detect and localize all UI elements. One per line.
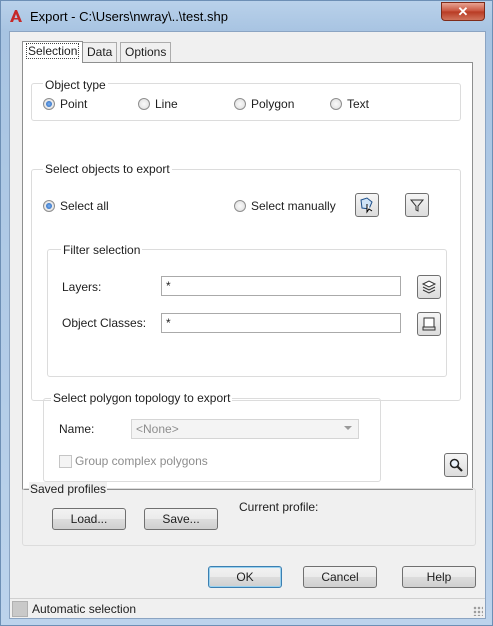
export-dialog: Export - C:\Users\nwray\..\test.shp ✕ Se… <box>0 0 493 626</box>
close-icon: ✕ <box>457 4 469 19</box>
tab-selection[interactable]: Selection <box>22 41 84 63</box>
title-bar[interactable]: Export - C:\Users\nwray\..\test.shp ✕ <box>1 1 492 31</box>
autocad-a-icon <box>10 10 22 22</box>
saved-profiles-title: Saved profiles <box>29 482 108 496</box>
dialog-client-area: Selection Data Options Object type Point… <box>9 31 486 619</box>
radio-point-label: Point <box>60 97 88 111</box>
current-profile-label: Current profile: <box>239 500 319 514</box>
object-classes-label: Object Classes: <box>62 316 147 330</box>
group-complex-box <box>59 454 72 468</box>
layers-picker-button[interactable] <box>417 275 441 299</box>
status-text: Automatic selection <box>32 602 137 616</box>
pick-objects-icon <box>360 197 373 214</box>
radio-text-label: Text <box>347 97 370 111</box>
layers-icon <box>421 280 437 294</box>
window-title: Export - C:\Users\nwray\..\test.shp <box>30 9 228 24</box>
radio-select-all-indicator <box>43 200 55 212</box>
radio-select-manually-label: Select manually <box>251 199 336 213</box>
cancel-button[interactable]: Cancel <box>303 566 377 588</box>
status-indicator <box>12 601 28 617</box>
help-button[interactable]: Help <box>402 566 476 588</box>
close-button[interactable]: ✕ <box>441 2 485 21</box>
zoom-preview-button[interactable] <box>444 453 468 477</box>
filter-selection-title: Filter selection <box>61 243 143 257</box>
tab-data-label: Data <box>87 45 113 59</box>
status-bar: Automatic selection <box>10 598 485 618</box>
topology-name-label: Name: <box>59 422 95 436</box>
object-classes-input[interactable]: * <box>161 313 401 333</box>
magnifier-icon <box>449 458 463 472</box>
radio-select-all-label: Select all <box>60 199 109 213</box>
topology-name-select[interactable]: <None> <box>131 419 359 439</box>
topology-name-value: <None> <box>136 422 179 436</box>
topology-title: Select polygon topology to export <box>51 391 233 405</box>
group-complex-label: Group complex polygons <box>75 454 208 468</box>
resize-grip-icon[interactable] <box>473 606 483 616</box>
save-profile-button[interactable]: Save... <box>144 508 218 530</box>
tab-options[interactable]: Options <box>120 42 172 62</box>
ok-button[interactable]: OK <box>208 566 282 588</box>
radio-text-indicator <box>330 98 342 110</box>
radio-text[interactable]: Text <box>330 97 369 111</box>
radio-select-all[interactable]: Select all <box>43 199 109 213</box>
layers-label: Layers: <box>62 280 102 294</box>
radio-line[interactable]: Line <box>138 97 178 111</box>
radio-select-manually[interactable]: Select manually <box>234 199 336 213</box>
quick-select-filter-button[interactable] <box>405 193 429 217</box>
radio-line-label: Line <box>155 97 178 111</box>
radio-polygon-indicator <box>234 98 246 110</box>
radio-select-manually-indicator <box>234 200 246 212</box>
radio-point-indicator <box>43 98 55 110</box>
topology-group <box>43 398 381 482</box>
load-profile-button[interactable]: Load... <box>52 508 126 530</box>
tab-data[interactable]: Data <box>82 42 118 62</box>
layers-input[interactable]: * <box>161 276 401 296</box>
radio-polygon[interactable]: Polygon <box>234 97 294 111</box>
object-classes-picker-button[interactable] <box>417 312 441 336</box>
radio-line-indicator <box>138 98 150 110</box>
selection-tab-panel: Object type Point Line Polygon Text Sele… <box>22 62 473 490</box>
radio-polygon-label: Polygon <box>251 97 295 111</box>
tab-options-label: Options <box>125 45 167 59</box>
chevron-down-icon <box>344 426 352 430</box>
tab-selection-label: Selection <box>25 43 80 59</box>
select-objects-title: Select objects to export <box>43 162 172 176</box>
object-type-title: Object type <box>43 78 108 92</box>
radio-point[interactable]: Point <box>43 97 87 111</box>
group-complex-checkbox[interactable]: Group complex polygons <box>59 454 208 468</box>
filter-funnel-icon <box>409 199 425 212</box>
pick-objects-button[interactable] <box>355 193 379 217</box>
object-class-icon <box>422 317 436 331</box>
